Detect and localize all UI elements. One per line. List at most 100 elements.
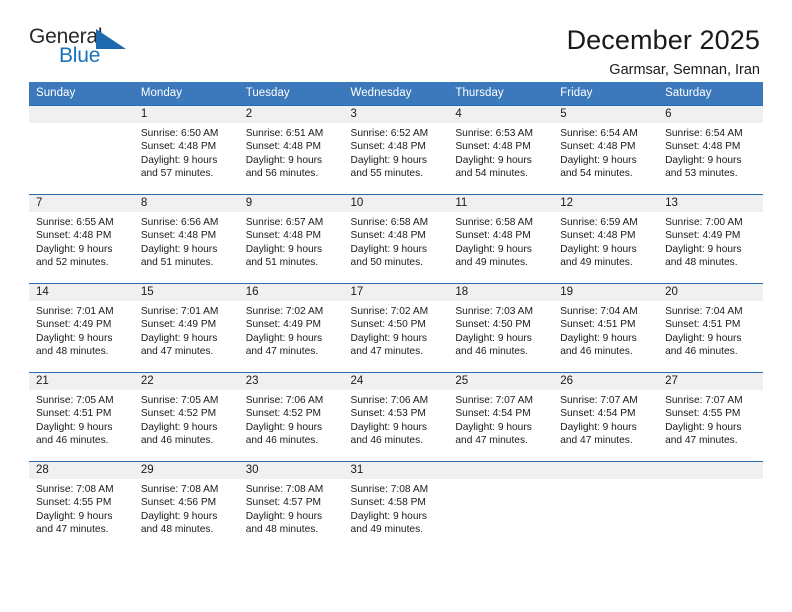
day-info: Sunrise: 6:51 AM Sunset: 4:48 PM Daylight:… <box>239 123 344 180</box>
daylight-text-line2: and 51 minutes. <box>245 256 319 268</box>
day-number: 22 <box>140 375 154 387</box>
calendar-day-cell[interactable]: 29 Sunrise: 7:08 AM Sunset: 4:56 PM Dayligh… <box>133 461 239 550</box>
calendar-day-cell <box>29 105 134 195</box>
sunset-text: Sunset: 4:55 PM <box>665 408 741 420</box>
day-cell-inner: 15 Sunrise: 7:01 AM Sunset: 4:49 PM Dayligh… <box>133 284 239 372</box>
sunset-text: Sunset: 4:48 PM <box>455 141 531 153</box>
day-info: Sunrise: 6:52 AM Sunset: 4:48 PM Daylight:… <box>344 123 449 180</box>
calendar-day-cell[interactable]: 18 Sunrise: 7:03 AM Sunset: 4:50 PM Dayligh… <box>448 283 554 373</box>
daylight-text-line1: Daylight: 9 hours <box>140 243 218 255</box>
day-number: 30 <box>245 464 259 476</box>
sunrise-text: Sunrise: 6:58 AM <box>455 217 533 228</box>
daylight-text-line1: Daylight: 9 hours <box>245 243 323 255</box>
calendar-day-cell[interactable]: 30 Sunrise: 7:08 AM Sunset: 4:57 PM Dayligh… <box>238 461 344 550</box>
sunrise-text: Sunrise: 7:00 AM <box>665 217 743 228</box>
calendar-day-cell[interactable]: 17 Sunrise: 7:02 AM Sunset: 4:50 PM Dayligh… <box>343 283 449 373</box>
day-number-band: 21 <box>29 373 134 390</box>
calendar-day-cell[interactable]: 2 Sunrise: 6:51 AM Sunset: 4:48 PM Daylight… <box>238 105 344 195</box>
calendar-day-cell[interactable]: 23 Sunrise: 7:06 AM Sunset: 4:52 PM Dayligh… <box>238 372 344 462</box>
sunset-text: Sunset: 4:53 PM <box>350 408 426 420</box>
day-cell-inner: 21 Sunrise: 7:05 AM Sunset: 4:51 PM Dayligh… <box>29 373 134 461</box>
calendar-day-cell[interactable]: 19 Sunrise: 7:04 AM Sunset: 4:51 PM Dayligh… <box>553 283 659 373</box>
day-number: 26 <box>560 375 574 387</box>
day-cell-inner <box>553 462 659 550</box>
daylight-text-line2: and 48 minutes. <box>36 345 109 357</box>
daylight-text-line1: Daylight: 9 hours <box>560 154 637 166</box>
day-cell-inner: 9 Sunrise: 6:57 AM Sunset: 4:48 PM Daylight… <box>238 195 344 283</box>
calendar-day-cell[interactable]: 4 Sunrise: 6:53 AM Sunset: 4:48 PM Daylight… <box>448 105 554 195</box>
day-info: Sunrise: 7:05 AM Sunset: 4:51 PM Daylight:… <box>29 390 134 447</box>
daylight-text-line1: Daylight: 9 hours <box>140 154 218 166</box>
daylight-text-line1: Daylight: 9 hours <box>665 243 742 255</box>
daylight-text-line2: and 46 minutes. <box>245 434 319 446</box>
calendar-day-cell[interactable]: 22 Sunrise: 7:05 AM Sunset: 4:52 PM Dayligh… <box>133 372 239 462</box>
calendar-day-cell[interactable]: 11 Sunrise: 6:58 AM Sunset: 4:48 PM Dayligh… <box>448 194 554 284</box>
calendar-day-cell[interactable]: 20 Sunrise: 7:04 AM Sunset: 4:51 PM Dayligh… <box>658 283 763 373</box>
daylight-text-line1: Daylight: 9 hours <box>560 243 637 255</box>
day-info: Sunrise: 7:07 AM Sunset: 4:54 PM Daylight:… <box>448 390 553 447</box>
daylight-text-line2: and 46 minutes. <box>350 434 424 446</box>
day-info: Sunrise: 7:00 AM Sunset: 4:49 PM Daylight:… <box>658 212 763 269</box>
day-info: Sunrise: 7:04 AM Sunset: 4:51 PM Daylight:… <box>553 301 658 358</box>
calendar-day-cell[interactable]: 25 Sunrise: 7:07 AM Sunset: 4:54 PM Dayligh… <box>448 372 554 462</box>
day-number-band: 3 <box>343 106 449 123</box>
calendar-day-cell[interactable]: 13 Sunrise: 7:00 AM Sunset: 4:49 PM Dayligh… <box>658 194 763 284</box>
day-cell-inner: 23 Sunrise: 7:06 AM Sunset: 4:52 PM Dayligh… <box>238 373 344 461</box>
sunset-text: Sunset: 4:48 PM <box>245 230 322 242</box>
calendar-day-cell <box>448 461 554 550</box>
day-info: Sunrise: 7:07 AM Sunset: 4:55 PM Daylight:… <box>658 390 763 447</box>
day-info: Sunrise: 6:54 AM Sunset: 4:48 PM Daylight:… <box>658 123 763 180</box>
calendar-day-cell[interactable]: 5 Sunrise: 6:54 AM Sunset: 4:48 PM Daylight… <box>553 105 659 195</box>
sunrise-text: Sunrise: 6:56 AM <box>140 217 219 228</box>
day-info: Sunrise: 7:03 AM Sunset: 4:50 PM Daylight:… <box>448 301 553 358</box>
sunset-text: Sunset: 4:54 PM <box>455 408 531 420</box>
day-info: Sunrise: 7:01 AM Sunset: 4:49 PM Daylight:… <box>134 301 239 358</box>
sunrise-text: Sunrise: 7:01 AM <box>36 306 114 317</box>
day-number-band: 1 <box>133 106 239 123</box>
day-number: 27 <box>665 375 678 387</box>
calendar-day-cell[interactable]: 16 Sunrise: 7:02 AM Sunset: 4:49 PM Dayligh… <box>238 283 344 373</box>
day-number-band: 2 <box>238 106 344 123</box>
calendar-day-cell[interactable]: 8 Sunrise: 6:56 AM Sunset: 4:48 PM Daylight… <box>133 194 239 284</box>
day-number: 8 <box>140 197 148 209</box>
calendar-day-cell[interactable]: 3 Sunrise: 6:52 AM Sunset: 4:48 PM Daylight… <box>343 105 449 195</box>
day-info: Sunrise: 6:58 AM Sunset: 4:48 PM Daylight:… <box>344 212 449 269</box>
sunrise-text: Sunrise: 7:05 AM <box>140 395 219 406</box>
calendar-day-cell[interactable]: 10 Sunrise: 6:58 AM Sunset: 4:48 PM Dayligh… <box>343 194 449 284</box>
sunrise-text: Sunrise: 6:55 AM <box>36 217 114 228</box>
sunset-text: Sunset: 4:51 PM <box>36 408 112 420</box>
calendar-day-cell[interactable]: 14 Sunrise: 7:01 AM Sunset: 4:49 PM Dayligh… <box>29 283 134 373</box>
calendar-day-cell[interactable]: 28 Sunrise: 7:08 AM Sunset: 4:55 PM Dayligh… <box>29 461 134 550</box>
calendar-day-cell[interactable]: 26 Sunrise: 7:07 AM Sunset: 4:54 PM Dayligh… <box>553 372 659 462</box>
daylight-text-line2: and 53 minutes. <box>665 167 738 179</box>
day-info: Sunrise: 7:08 AM Sunset: 4:57 PM Daylight:… <box>239 479 344 536</box>
calendar-day-cell[interactable]: 31 Sunrise: 7:08 AM Sunset: 4:58 PM Dayligh… <box>343 461 449 550</box>
sunrise-text: Sunrise: 6:52 AM <box>350 128 429 139</box>
sunrise-text: Sunrise: 7:06 AM <box>245 395 324 406</box>
calendar-day-cell[interactable]: 15 Sunrise: 7:01 AM Sunset: 4:49 PM Dayligh… <box>133 283 239 373</box>
daylight-text-line1: Daylight: 9 hours <box>140 510 218 522</box>
blue-triangle-icon <box>96 29 126 49</box>
calendar-day-cell[interactable]: 7 Sunrise: 6:55 AM Sunset: 4:48 PM Daylight… <box>29 194 134 284</box>
day-cell-inner: 8 Sunrise: 6:56 AM Sunset: 4:48 PM Daylight… <box>133 195 239 283</box>
day-number-band <box>553 462 659 479</box>
daylight-text-line2: and 54 minutes. <box>560 167 633 179</box>
calendar-day-cell[interactable]: 12 Sunrise: 6:59 AM Sunset: 4:48 PM Dayligh… <box>553 194 659 284</box>
calendar-day-cell[interactable]: 6 Sunrise: 6:54 AM Sunset: 4:48 PM Daylight… <box>658 105 763 195</box>
calendar-day-cell[interactable]: 9 Sunrise: 6:57 AM Sunset: 4:48 PM Daylight… <box>238 194 344 284</box>
day-number <box>448 462 553 463</box>
day-info: Sunrise: 7:06 AM Sunset: 4:53 PM Daylight:… <box>344 390 449 447</box>
day-number-band: 31 <box>343 462 449 479</box>
calendar-day-cell[interactable]: 24 Sunrise: 7:06 AM Sunset: 4:53 PM Dayligh… <box>343 372 449 462</box>
sunrise-text: Sunrise: 6:54 AM <box>560 128 638 139</box>
title-block: December 2025 Garmsar, Semnan, Iran <box>567 26 763 79</box>
day-cell-inner: 18 Sunrise: 7:03 AM Sunset: 4:50 PM Dayligh… <box>448 284 554 372</box>
calendar-day-cell[interactable]: 21 Sunrise: 7:05 AM Sunset: 4:51 PM Dayligh… <box>29 372 134 462</box>
day-cell-inner: 20 Sunrise: 7:04 AM Sunset: 4:51 PM Dayligh… <box>658 284 763 372</box>
sunrise-text: Sunrise: 7:03 AM <box>455 306 533 317</box>
calendar-day-cell[interactable]: 1 Sunrise: 6:50 AM Sunset: 4:48 PM Daylight… <box>133 105 239 195</box>
calendar-day-cell[interactable]: 27 Sunrise: 7:07 AM Sunset: 4:55 PM Dayligh… <box>658 372 763 462</box>
daylight-text-line2: and 57 minutes. <box>140 167 214 179</box>
day-number-band: 5 <box>553 106 659 123</box>
general-blue-logo[interactable]: General Blue <box>29 26 137 76</box>
